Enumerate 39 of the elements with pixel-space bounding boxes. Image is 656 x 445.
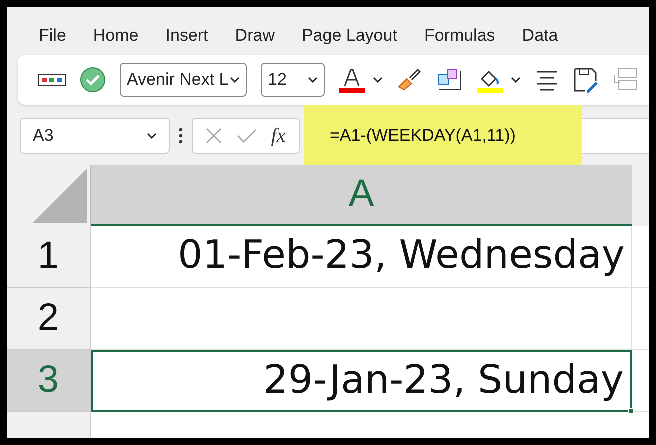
menu-tab[interactable]: Draw [235, 23, 275, 49]
chevron-down-icon [147, 133, 157, 139]
fill-handle[interactable] [628, 408, 634, 414]
menu-tab[interactable]: File [39, 23, 66, 49]
name-box[interactable]: A3 [20, 118, 170, 154]
menu-tab[interactable]: Page Layout [302, 23, 398, 49]
table-cell[interactable] [91, 288, 632, 350]
table-cell[interactable]: 29-Jan-23, Sunday [91, 350, 632, 412]
table-icon[interactable] [613, 67, 639, 93]
table-cell[interactable]: 01-Feb-23, Wednesday [91, 226, 632, 288]
chevron-down-icon [308, 77, 318, 83]
chevron-down-icon [373, 77, 383, 83]
check-circle-icon[interactable] [80, 67, 106, 93]
row-header[interactable]: 1 [7, 226, 91, 288]
checkmark-icon[interactable] [236, 129, 257, 143]
table-cell[interactable] [632, 226, 649, 288]
font-size-select[interactable]: 12 [261, 63, 325, 97]
font-color-icon[interactable] [339, 67, 365, 93]
table-cell[interactable] [632, 350, 649, 412]
triangle-icon [33, 169, 87, 223]
more-options-icon[interactable] [178, 127, 184, 145]
menu-tab[interactable]: Insert [166, 23, 208, 49]
save-edit-icon[interactable] [573, 67, 599, 93]
cell-styles-icon [38, 74, 66, 86]
menu-tab[interactable]: Formulas [424, 23, 496, 49]
close-icon[interactable] [206, 128, 222, 144]
row-header[interactable]: 3 [7, 350, 91, 412]
menu-tab[interactable]: Data [522, 23, 558, 49]
paintbrush-icon[interactable] [397, 67, 423, 93]
cubes-icon[interactable] [437, 67, 463, 93]
column-header[interactable]: A [91, 165, 632, 226]
chevron-down-icon [511, 77, 521, 83]
table-cell[interactable] [632, 288, 649, 350]
insert-function-button[interactable]: fx [271, 121, 286, 151]
row-header[interactable]: 2 [7, 288, 91, 350]
menu-tab[interactable]: Home [93, 23, 139, 49]
chevron-down-icon [230, 77, 240, 83]
align-center-icon[interactable] [535, 69, 559, 91]
font-select[interactable]: Avenir Next L [120, 63, 247, 97]
